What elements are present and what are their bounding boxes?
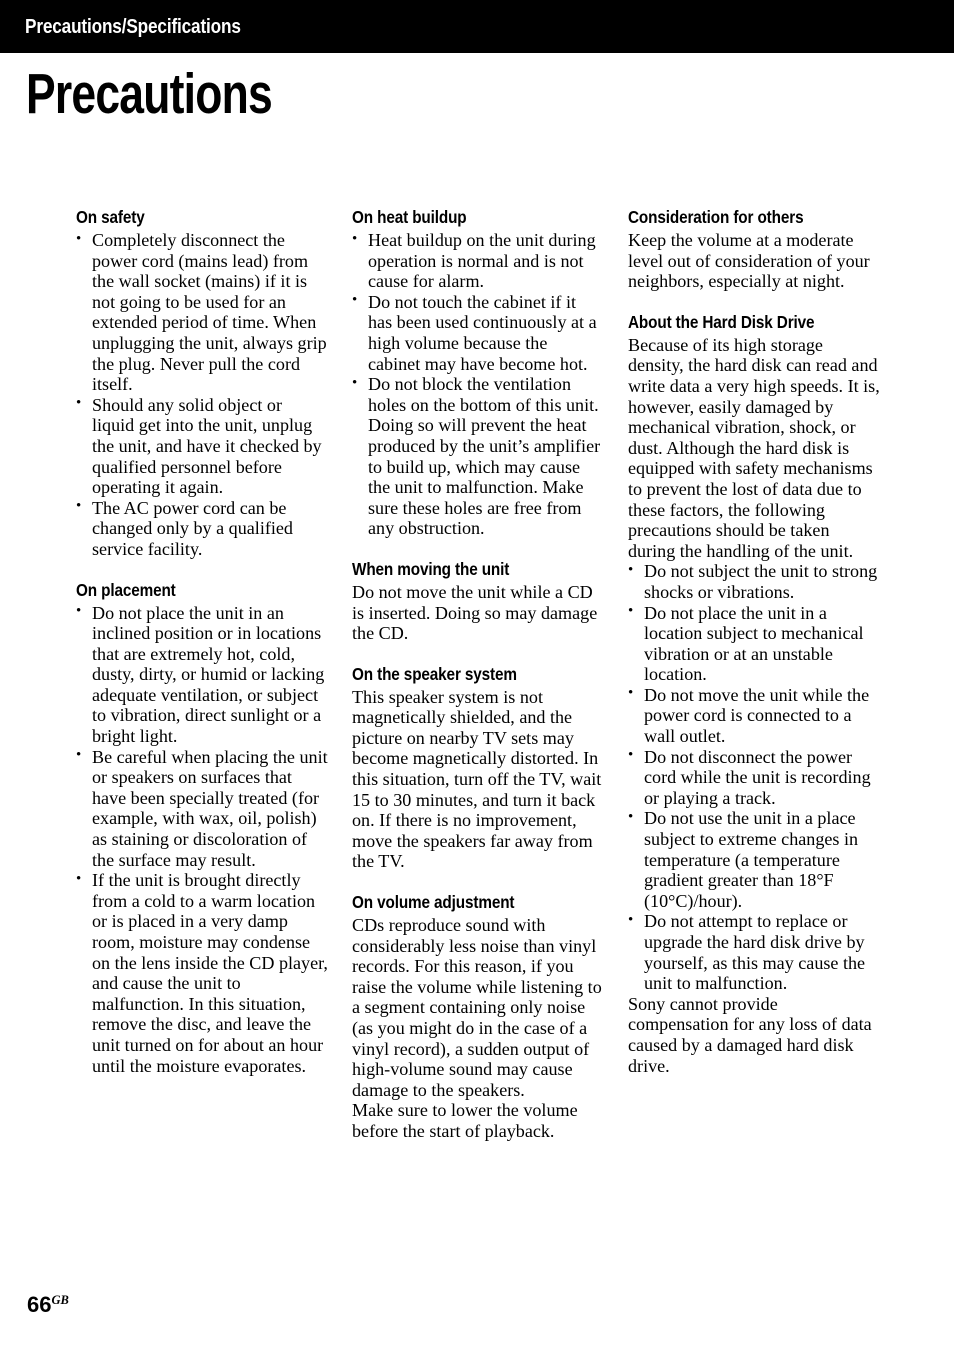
bullet-item: If the unit is brought directly from a c… (76, 869, 328, 1076)
content-section: On heat buildupHeat buildup on the unit … (352, 207, 604, 539)
bullet-item: Do not block the ventilation holes on th… (352, 373, 604, 539)
bullet-item: Heat buildup on the unit during operatio… (352, 229, 604, 292)
content-section: Consideration for others Keep the volume … (628, 207, 881, 292)
bullet-item: Do not place the unit in a location subj… (628, 601, 881, 685)
section-paragraph: Keep the volume at a moderate level out … (628, 230, 870, 292)
section-paragraph: CDs reproduce sound with considerably le… (352, 915, 602, 1100)
section-heading: On placement (76, 579, 176, 600)
section-heading: On heat buildup (352, 207, 467, 227)
section-heading: About the Hard Disk Drive (628, 311, 815, 332)
section-paragraph: Do not move the unit while a CD is inser… (352, 581, 598, 644)
bullet-item: Do not attempt to replace or upgrade the… (628, 910, 881, 993)
section-heading: On volume adjustment (352, 892, 515, 913)
section-outro-paragraph: Sony cannot provide compensation for any… (628, 993, 872, 1076)
section-paragraph: This speaker system is not magnetically … (352, 686, 602, 872)
content-section: On safetyCompletely disconnect the power… (76, 207, 328, 560)
section-heading: When moving the unit (352, 558, 510, 579)
bullet-item: Do not place the unit in an inclined pos… (76, 601, 328, 747)
section-heading: Consideration for others (628, 207, 804, 227)
content-section: When moving the unit Do not move the unit… (352, 559, 604, 644)
column-1: On safetyCompletely disconnect the power… (76, 207, 328, 1142)
column-3: Consideration for others Keep the volume … (628, 207, 881, 1142)
bullet-list: Heat buildup on the unit during operatio… (352, 229, 604, 539)
content-section: On volume adjustment CDs reproduce sound … (352, 892, 604, 1142)
page-folio: 66GB (27, 1289, 69, 1316)
section-paragraph: Make sure to lower the volume before the… (352, 1100, 578, 1141)
bullet-list: Do not subject the unit to strong shocks… (628, 560, 881, 993)
running-header-label: Precautions/Specifications (25, 15, 241, 38)
folio-region-code: GB (51, 1293, 69, 1307)
content-section: On placementDo not place the unit in an … (76, 580, 328, 1077)
bullet-list: Completely disconnect the power cord (ma… (76, 229, 328, 560)
section-heading: On the speaker system (352, 663, 517, 684)
bullet-item: Do not use the unit in a place subject t… (628, 807, 881, 911)
body-columns: On safetyCompletely disconnect the power… (76, 207, 881, 1142)
bullet-item: Completely disconnect the power cord (ma… (76, 229, 328, 395)
section-heading: On safety (76, 207, 145, 227)
bullet-list: Do not place the unit in an inclined pos… (76, 601, 328, 1077)
bullet-item: Do not touch the cabinet if it has been … (352, 290, 604, 374)
running-header-bar: Precautions/Specifications (0, 0, 954, 53)
bullet-item: Be careful when placing the unit or spea… (76, 745, 328, 871)
page-title: Precautions (26, 62, 273, 126)
bullet-item: Should any solid object or liquid get in… (76, 393, 328, 498)
section-intro-paragraph: Because of its high storage density, the… (628, 334, 880, 561)
bullet-item: Do not move the unit while the power cor… (628, 683, 881, 747)
bullet-item: The AC power cord can be changed only by… (76, 496, 328, 560)
bullet-item: Do not subject the unit to strong shocks… (628, 560, 881, 602)
content-section: On the speaker system This speaker system… (352, 664, 604, 872)
content-section: About the Hard Disk Drive Because of its … (628, 312, 881, 1076)
folio-page-number: 66 (27, 1292, 52, 1317)
bullet-item: Do not disconnect the power cord while t… (628, 745, 881, 809)
column-2: On heat buildupHeat buildup on the unit … (352, 207, 604, 1142)
